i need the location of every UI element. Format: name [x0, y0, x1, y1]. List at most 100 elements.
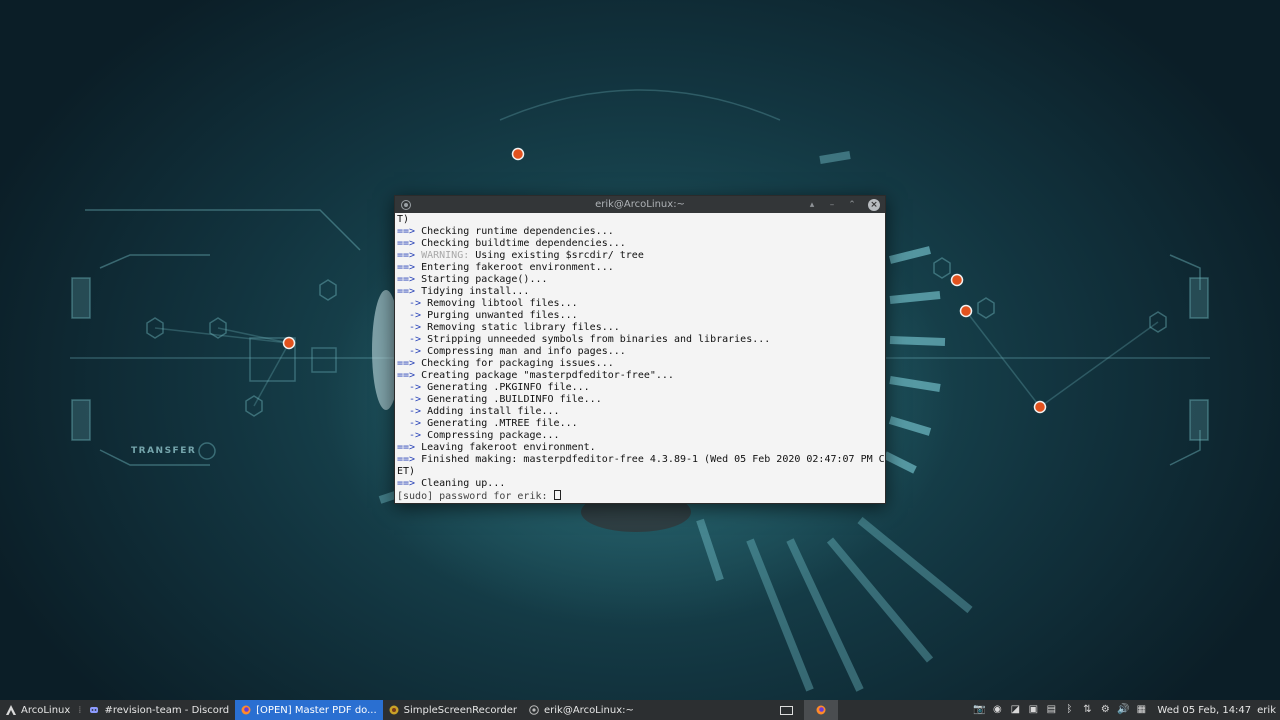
workspace-2[interactable]	[803, 700, 838, 720]
line-text: Stripping unneeded symbols from binaries…	[421, 334, 771, 345]
terminal-line: ==> WARNING: Using existing $srcdir/ tre…	[397, 250, 883, 262]
line-prefix: ==>	[397, 370, 416, 381]
line-text: Generating .PKGINFO file...	[421, 382, 590, 393]
terminal-line: -> Adding install file...	[397, 406, 883, 418]
terminal-window[interactable]: erik@ArcoLinux:~ ▴ – ⌃ × T) ==> Checking …	[394, 195, 886, 504]
line-prefix: ==>	[397, 454, 416, 465]
workspace-1[interactable]	[770, 700, 804, 720]
terminal-line: -> Purging unwanted files...	[397, 310, 883, 322]
terminal-line: -> Removing static library files...	[397, 322, 883, 334]
settings-icon[interactable]: ⚙	[1099, 704, 1111, 716]
line-text: Cleaning up...	[415, 478, 506, 489]
close-button[interactable]: ×	[868, 198, 880, 211]
terminal-line: -> Generating .BUILDINFO file...	[397, 394, 883, 406]
system-tray: 📷 ◉ ◪ ▣ ▤ ᛒ ⇅ ⚙ 🔊 ▦ Wed 05 Feb, 14:47 eri…	[973, 704, 1280, 716]
line-text: Checking for packaging issues...	[415, 358, 614, 369]
line-prefix: ==>	[397, 250, 416, 261]
package-icon[interactable]: ▤	[1045, 704, 1057, 716]
terminal-line: -> Generating .PKGINFO file...	[397, 382, 883, 394]
terminal-line: ==> Checking for packaging issues...	[397, 358, 883, 370]
recorder-icon	[389, 705, 399, 715]
line-text: Removing libtool files...	[421, 298, 578, 309]
line-text: Compressing man and info pages...	[421, 346, 626, 357]
line-text: Creating package "masterpdfeditor-free".…	[415, 370, 674, 381]
line-prefix: ->	[397, 418, 422, 429]
text-cursor	[553, 490, 561, 500]
discord-icon	[90, 707, 99, 713]
taskbar: ArcoLinux ⁞ #revision-team - Discord [OP…	[0, 700, 1280, 720]
terminal-line: ==> Creating package "masterpdfeditor-fr…	[397, 370, 883, 382]
maximize-button[interactable]: ⌃	[848, 200, 856, 210]
line-prefix: ->	[397, 310, 422, 321]
line-prefix: ->	[397, 430, 422, 441]
terminal-line: ==> Entering fakeroot environment...	[397, 262, 883, 274]
terminal-line: -> Compressing man and info pages...	[397, 346, 883, 358]
line-text: Using existing $srcdir/ tree	[469, 250, 644, 261]
terminal-line: ==> Finished making: masterpdfeditor-fre…	[397, 454, 885, 466]
line-prefix: ->	[397, 382, 422, 393]
workspace-window-icon	[780, 705, 794, 715]
image-viewer-icon[interactable]: ▣	[1027, 704, 1039, 716]
line-text: T)	[397, 214, 410, 225]
line-prefix: ->	[397, 394, 422, 405]
task-label: #revision-team - Discord	[104, 704, 230, 716]
wallpaper-transfer-label: TRANSFER	[131, 446, 197, 456]
nvidia-icon[interactable]: ◪	[1009, 704, 1021, 716]
prompt-text: [sudo] password for erik:	[397, 491, 554, 502]
bluetooth-icon[interactable]: ᛒ	[1063, 704, 1075, 716]
task-label: erik@ArcoLinux:~	[544, 704, 634, 716]
task-terminal[interactable]: erik@ArcoLinux:~	[523, 700, 640, 720]
taskbar-drag-handle[interactable]: ⁞	[76, 705, 83, 716]
discord-tray-icon[interactable]: ◉	[991, 704, 1003, 716]
line-text: Starting package()...	[415, 274, 548, 285]
line-prefix: ->	[397, 334, 422, 345]
line-prefix: ==>	[397, 238, 416, 249]
line-text: Checking buildtime dependencies...	[415, 238, 626, 249]
firefox-icon	[241, 705, 251, 715]
volume-icon[interactable]: 🔊	[1117, 704, 1129, 716]
notes-icon[interactable]: ▦	[1135, 704, 1147, 716]
network-icon[interactable]: ⇅	[1081, 704, 1093, 716]
warning-label: WARNING:	[415, 250, 470, 261]
terminal-line: -> Generating .MTREE file...	[397, 418, 883, 430]
task-label: SimpleScreenRecorder	[403, 704, 517, 716]
screenshot-icon[interactable]: 📷	[973, 704, 985, 716]
terminal-line: ==> Cleaning up...	[397, 478, 883, 490]
line-text: Tidying install...	[415, 286, 530, 297]
line-text: Removing static library files...	[421, 322, 620, 333]
arcolinux-logo-icon	[6, 705, 16, 715]
line-prefix: ==>	[397, 358, 416, 369]
terminal-line: ==> Checking runtime dependencies...	[397, 226, 883, 238]
line-prefix: ==>	[397, 442, 416, 453]
start-menu-label: ArcoLinux	[21, 704, 71, 716]
line-prefix: ==>	[397, 478, 416, 489]
task-simplescreenrecorder[interactable]: SimpleScreenRecorder	[383, 700, 523, 720]
terminal-line: -> Compressing package...	[397, 430, 883, 442]
terminal-line: ==> Starting package()...	[397, 274, 883, 286]
terminal-line: -> Stripping unneeded symbols from binar…	[397, 334, 883, 346]
line-text: ET)	[397, 466, 416, 477]
sudo-password-prompt[interactable]: [sudo] password for erik:	[397, 490, 883, 502]
line-prefix: ->	[397, 322, 422, 333]
line-prefix: ==>	[397, 274, 416, 285]
task-label: [OPEN] Master PDF do...	[256, 704, 377, 716]
line-prefix: ==>	[397, 286, 416, 297]
terminal-line: ==> Checking buildtime dependencies...	[397, 238, 883, 250]
line-prefix: ==>	[397, 226, 416, 237]
keep-above-button[interactable]: ▴	[808, 200, 816, 210]
line-text: Compressing package...	[421, 430, 560, 441]
task-discord[interactable]: #revision-team - Discord	[83, 700, 235, 720]
window-titlebar[interactable]: erik@ArcoLinux:~ ▴ – ⌃ ×	[395, 196, 885, 213]
line-text: Purging unwanted files...	[421, 310, 578, 321]
terminal-icon	[529, 705, 539, 715]
user-name[interactable]: erik	[1257, 705, 1276, 716]
line-text: Finished making: masterpdfeditor-free 4.…	[415, 454, 885, 465]
line-text: Checking runtime dependencies...	[415, 226, 614, 237]
terminal-line: ==> Leaving fakeroot environment.	[397, 442, 883, 454]
terminal-output[interactable]: T) ==> Checking runtime dependencies... ==…	[395, 213, 885, 503]
start-menu-button[interactable]: ArcoLinux	[0, 700, 76, 720]
clock[interactable]: Wed 05 Feb, 14:47	[1157, 705, 1251, 716]
task-firefox[interactable]: [OPEN] Master PDF do...	[235, 700, 383, 720]
minimize-button[interactable]: –	[828, 200, 836, 210]
line-text: Adding install file...	[421, 406, 560, 417]
